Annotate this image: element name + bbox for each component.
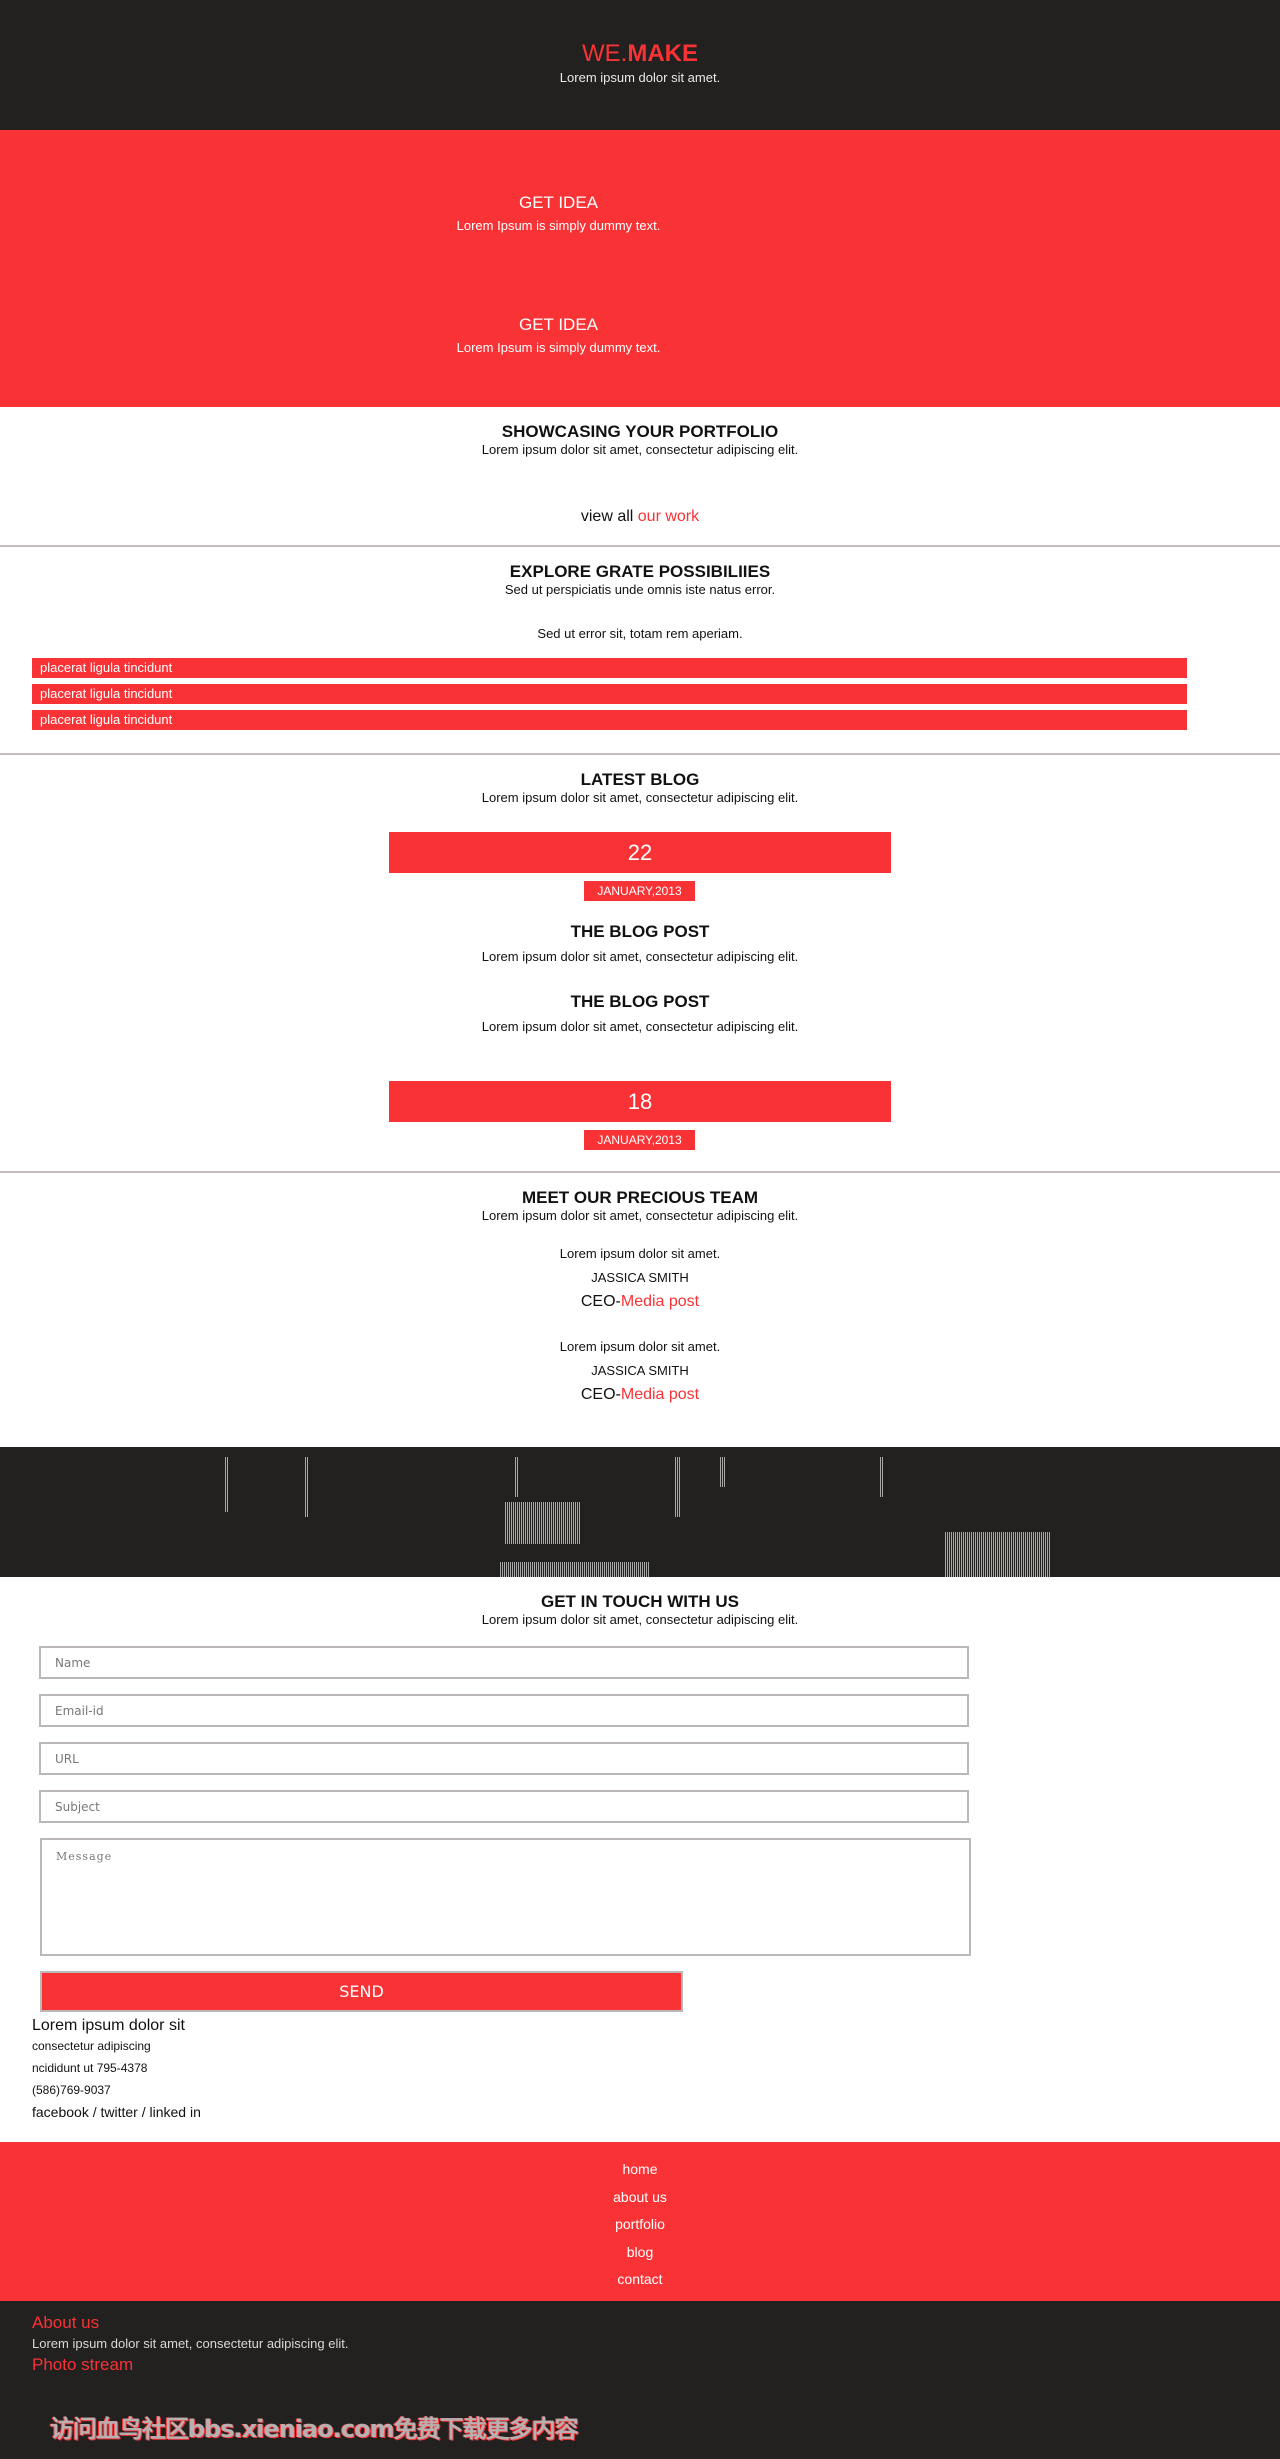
blog-section: LATEST BLOG Lorem ipsum dolor sit amet, … xyxy=(0,755,1280,1171)
member-company: Media post xyxy=(620,1293,700,1310)
email-field[interactable] xyxy=(39,1694,969,1727)
date-day: 18 xyxy=(389,1081,891,1122)
date-month: JANUARY,2013 xyxy=(584,881,695,901)
site-footer: About us Lorem ipsum dolor sit amet, con… xyxy=(0,2301,1280,2459)
view-all-prefix: view all xyxy=(580,508,638,525)
hero-item-title: GET IDEA xyxy=(518,193,599,212)
name-field[interactable] xyxy=(39,1646,969,1679)
nav-contact[interactable]: contact xyxy=(0,2266,1280,2294)
nav-home[interactable]: home xyxy=(0,2156,1280,2184)
our-work-link[interactable]: our work xyxy=(638,508,699,525)
explore-title: EXPLORE GRATE POSSIBILIIES xyxy=(509,562,771,581)
date-month: JANUARY,2013 xyxy=(584,1130,695,1150)
logo-strong: MAKE xyxy=(627,40,698,67)
explore-subtitle: Sed ut perspiciatis unde omnis iste natu… xyxy=(504,582,776,597)
blog-title: LATEST BLOG xyxy=(580,770,700,789)
team-member: Lorem ipsum dolor sit amet. JASSICA SMIT… xyxy=(0,1339,1280,1404)
blog-post-text: Lorem ipsum dolor sit amet, consectetur … xyxy=(481,949,799,964)
feature-bar: placerat ligula tincidunt xyxy=(32,658,1187,678)
view-all: view all our work xyxy=(0,508,1280,526)
image-shape xyxy=(675,1457,681,1517)
address-line: ncididunt ut 795-4378 xyxy=(32,2061,148,2075)
about-us-heading: About us xyxy=(32,2313,100,2332)
member-role: CEO-Media post xyxy=(0,1293,1280,1311)
subject-field[interactable] xyxy=(39,1790,969,1823)
logo[interactable]: WE.MAKE xyxy=(0,40,1280,68)
social-links: facebook / twitter / linked in xyxy=(32,2102,201,2122)
contact-subtitle: Lorem ipsum dolor sit amet, consectetur … xyxy=(481,1612,799,1627)
member-company: Media post xyxy=(620,1386,700,1403)
hero-item-title: GET IDEA xyxy=(518,315,599,334)
feature-bar: placerat ligula tincidunt xyxy=(32,684,1187,704)
url-field[interactable] xyxy=(39,1742,969,1775)
blog-post-title[interactable]: THE BLOG POST xyxy=(0,922,1280,942)
portfolio-title: SHOWCASING YOUR PORTFOLIO xyxy=(501,422,779,441)
member-role: CEO-Media post xyxy=(0,1386,1280,1404)
contact-form: SEND xyxy=(39,1646,971,2012)
image-shape xyxy=(515,1457,518,1497)
team-title: MEET OUR PRECIOUS TEAM xyxy=(521,1188,759,1207)
twitter-link[interactable]: twitter xyxy=(101,2104,138,2120)
social-separator: / xyxy=(137,2104,150,2120)
address-line: Lorem ipsum dolor sit xyxy=(32,2017,185,2034)
hero-banner: GET IDEA Lorem Ipsum is simply dummy tex… xyxy=(0,130,1280,407)
linkedin-link[interactable]: linked in xyxy=(150,2104,201,2120)
portfolio-section: SHOWCASING YOUR PORTFOLIO Lorem ipsum do… xyxy=(0,407,1280,545)
feature-bar: placerat ligula tincidunt xyxy=(32,710,1187,730)
contact-section: GET IN TOUCH WITH US Lorem ipsum dolor s… xyxy=(0,1577,1280,2142)
hero-item: GET IDEA Lorem Ipsum is simply dummy tex… xyxy=(0,315,1117,356)
team-subtitle: Lorem ipsum dolor sit amet, consectetur … xyxy=(481,1208,799,1223)
nav-about-us[interactable]: about us xyxy=(0,2184,1280,2212)
image-shape xyxy=(305,1457,309,1517)
blog-subtitle: Lorem ipsum dolor sit amet, consectetur … xyxy=(481,790,799,805)
image-shape xyxy=(880,1457,884,1497)
header-tagline: Lorem ipsum dolor sit amet. xyxy=(559,70,721,85)
member-role-prefix: CEO- xyxy=(580,1386,621,1403)
member-name: JASSICA SMITH xyxy=(591,1270,689,1285)
blog-post: THE BLOG POST Lorem ipsum dolor sit amet… xyxy=(0,992,1280,1035)
blog-post-title[interactable]: THE BLOG POST xyxy=(0,992,1280,1012)
watermark-text: 访问血鸟社区bbs.xieniao.com免费下载更多内容 xyxy=(50,2415,579,2443)
image-shape xyxy=(945,1532,1050,1577)
nav-blog[interactable]: blog xyxy=(0,2239,1280,2267)
hero-item: GET IDEA Lorem Ipsum is simply dummy tex… xyxy=(0,193,1117,234)
image-shape xyxy=(500,1562,650,1577)
blog-post-text: Lorem ipsum dolor sit amet, consectetur … xyxy=(481,1019,799,1034)
team-section: MEET OUR PRECIOUS TEAM Lorem ipsum dolor… xyxy=(0,1173,1280,1447)
image-shape xyxy=(720,1457,726,1487)
social-separator: / xyxy=(88,2104,101,2120)
portfolio-subtitle: Lorem ipsum dolor sit amet, consectetur … xyxy=(481,442,799,457)
explore-section: EXPLORE GRATE POSSIBILIIES Sed ut perspi… xyxy=(0,547,1280,753)
image-shape xyxy=(505,1502,580,1544)
hero-item-text: Lorem Ipsum is simply dummy text. xyxy=(456,340,661,355)
footer-nav: home about us portfolio blog contact xyxy=(0,2142,1280,2301)
feature-bars: placerat ligula tincidunt placerat ligul… xyxy=(32,658,1187,730)
blog-post: THE BLOG POST Lorem ipsum dolor sit amet… xyxy=(0,922,1280,965)
nav-portfolio[interactable]: portfolio xyxy=(0,2211,1280,2239)
message-field[interactable] xyxy=(40,1838,971,1956)
contact-title: GET IN TOUCH WITH US xyxy=(540,1592,739,1611)
member-bio: Lorem ipsum dolor sit amet. xyxy=(559,1246,721,1261)
team-member: Lorem ipsum dolor sit amet. JASSICA SMIT… xyxy=(0,1246,1280,1311)
facebook-link[interactable]: facebook xyxy=(32,2104,89,2120)
hero-item-text: Lorem Ipsum is simply dummy text. xyxy=(456,218,661,233)
date-day: 22 xyxy=(389,832,891,873)
contact-address: Lorem ipsum dolor sit consectetur adipis… xyxy=(32,2016,201,2122)
photo-stream-heading: Photo stream xyxy=(32,2355,134,2374)
phone-number: (586)769-9037 xyxy=(32,2083,111,2097)
member-name: JASSICA SMITH xyxy=(591,1363,689,1378)
member-bio: Lorem ipsum dolor sit amet. xyxy=(559,1339,721,1354)
background-image-band xyxy=(0,1447,1280,1577)
site-header: WE.MAKE Lorem ipsum dolor sit amet. xyxy=(0,0,1280,130)
address-line: consectetur adipiscing xyxy=(32,2039,151,2053)
image-shape xyxy=(225,1457,228,1512)
about-us-text: Lorem ipsum dolor sit amet, consectetur … xyxy=(32,2336,349,2351)
logo-prefix: WE. xyxy=(582,40,628,67)
member-role-prefix: CEO- xyxy=(580,1293,621,1310)
explore-subtitle-2: Sed ut error sit, totam rem aperiam. xyxy=(537,626,743,641)
send-button[interactable]: SEND xyxy=(40,1971,683,2012)
